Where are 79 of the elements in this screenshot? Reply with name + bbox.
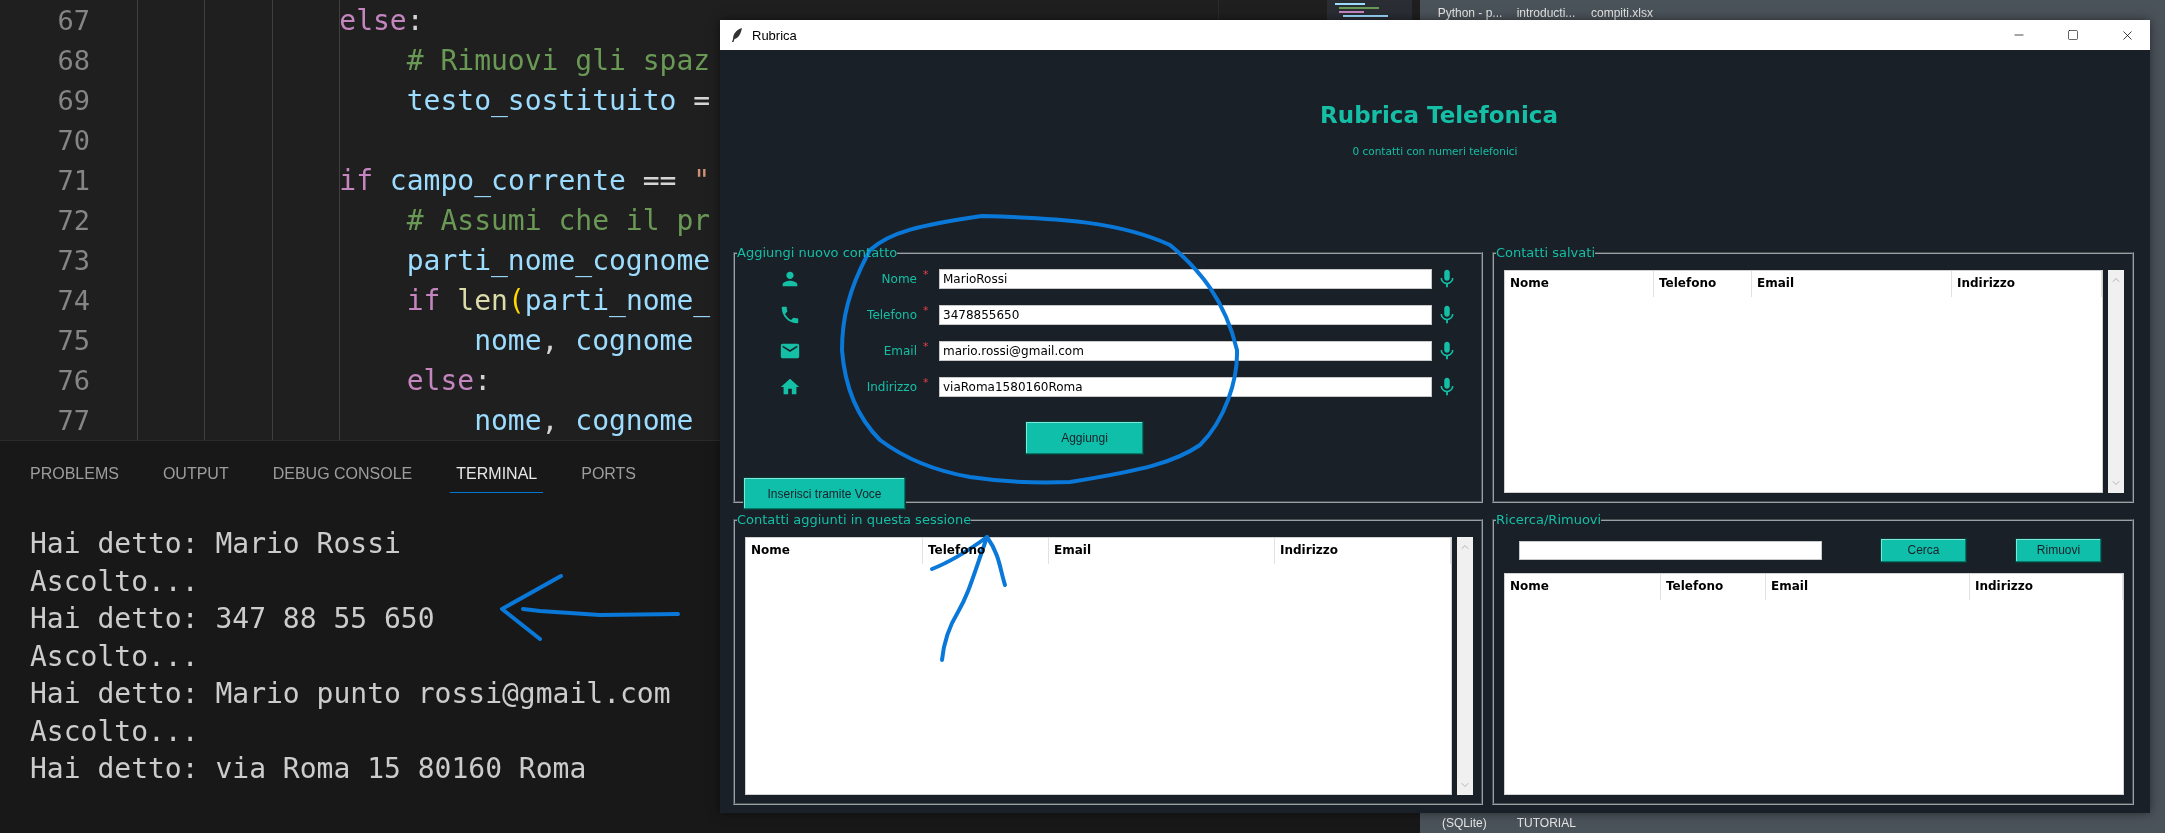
required-mark: * xyxy=(922,376,930,389)
panel-tab[interactable]: DEBUG CONSOLE xyxy=(266,459,419,493)
input-field[interactable]: mario.rossi@gmail.com xyxy=(939,341,1432,361)
column-header[interactable]: Indirizzo xyxy=(1952,271,2102,297)
feather-icon xyxy=(730,27,744,43)
add-button[interactable]: Aggiungi xyxy=(1025,421,1144,455)
required-mark: * xyxy=(922,340,930,353)
line-number: 73 xyxy=(56,244,90,276)
column-header[interactable]: Email xyxy=(1752,271,1952,297)
code-line: if campo_corrente == " xyxy=(338,163,711,197)
field-label: Indirizzo xyxy=(865,380,917,394)
line-number: 76 xyxy=(56,364,90,396)
input-field[interactable]: viaRoma1580160Roma xyxy=(939,377,1432,397)
field-label: Email xyxy=(882,344,917,358)
phone-icon xyxy=(779,304,801,326)
panel-tab[interactable]: PORTS xyxy=(575,459,643,493)
terminal-line: Ascolto... xyxy=(30,563,199,600)
terminal-line: Hai detto: Mario punto rossi@gmail.com xyxy=(30,676,671,712)
field-label: Telefono xyxy=(866,308,917,322)
line-number: 71 xyxy=(56,164,90,196)
maximize-icon xyxy=(2067,29,2079,41)
search-field[interactable] xyxy=(1519,540,1822,560)
terminal-line: Ascolto... xyxy=(30,713,199,750)
column-header[interactable]: Indirizzo xyxy=(1970,574,2123,600)
input-field[interactable]: 3478855650 xyxy=(939,305,1432,325)
terminal-line: Hai detto: Mario Rossi xyxy=(30,526,401,562)
code-line: else: xyxy=(338,3,424,37)
window-title: Rubrica xyxy=(752,27,798,43)
column-header[interactable]: Nome xyxy=(1505,574,1661,600)
terminal-line: Hai detto: 347 88 55 650 xyxy=(30,601,435,637)
contacts-table[interactable]: Nome Telefono Email Indirizzo xyxy=(1504,573,2124,795)
scrollbar[interactable] xyxy=(1457,537,1473,795)
file-name[interactable]: introducti... xyxy=(1510,6,1582,20)
code-line: nome, cognome xyxy=(473,403,694,437)
app-heading: Rubrica Telefonica xyxy=(1320,102,1558,128)
line-number: 75 xyxy=(56,324,90,356)
panel-title: Contatti salvati xyxy=(1496,245,1595,260)
terminal-line: Hai detto: via Roma 15 80160 Roma xyxy=(30,751,587,787)
file-name[interactable]: TUTORIAL xyxy=(1516,816,1576,830)
line-number: 72 xyxy=(56,204,90,236)
column-header[interactable]: Indirizzo xyxy=(1275,538,1451,564)
scrollbar[interactable] xyxy=(2108,270,2124,493)
file-name[interactable]: (SQLite) xyxy=(1442,816,1487,830)
contacts-table[interactable]: Nome Telefono Email Indirizzo xyxy=(1504,270,2103,493)
input-field[interactable]: MarioRossi xyxy=(939,269,1432,289)
remove-button[interactable]: Rimuovi xyxy=(2015,537,2102,563)
panel-title: Contatti aggiunti in questa sessione xyxy=(737,512,972,527)
file-name[interactable]: compiti.xlsx xyxy=(1586,6,1658,20)
column-header[interactable]: Telefono xyxy=(1661,574,1766,600)
column-header[interactable]: Telefono xyxy=(1654,271,1752,297)
code-line: # Assumi che il pr xyxy=(405,203,711,237)
code-line: parti_nome_cognome xyxy=(405,243,711,277)
column-header[interactable]: Nome xyxy=(746,538,923,564)
line-number: 68 xyxy=(56,44,90,76)
line-number: 69 xyxy=(56,84,90,116)
line-number: 77 xyxy=(56,404,90,436)
terminal-line: Ascolto... xyxy=(30,638,199,675)
panel-tab[interactable]: TERMINAL xyxy=(450,459,544,493)
panel-tab[interactable]: OUTPUT xyxy=(156,459,235,493)
required-mark: * xyxy=(922,268,930,281)
panel-tab[interactable]: PROBLEMS xyxy=(24,459,125,493)
line-number: 67 xyxy=(56,4,90,36)
contacts-count: 0 contatti con numeri telefonici xyxy=(1352,145,1518,157)
file-name[interactable]: Python - p... xyxy=(1434,6,1506,20)
panel-title: Ricerca/Rimuovi xyxy=(1496,512,1602,527)
voice-input-button[interactable]: Inserisci tramite Voce xyxy=(743,477,906,510)
column-header[interactable]: Email xyxy=(1049,538,1275,564)
code-line: nome, cognome xyxy=(473,323,694,357)
search-button[interactable]: Cerca xyxy=(1880,537,1967,563)
code-line: # Rimuovi gli spaz xyxy=(405,43,711,77)
line-number: 70 xyxy=(56,124,90,156)
column-header[interactable]: Email xyxy=(1766,574,1970,600)
line-number: 74 xyxy=(56,284,90,316)
required-mark: * xyxy=(922,304,930,317)
field-label: Nome xyxy=(880,272,917,286)
code-line: else: xyxy=(405,363,491,397)
code-line: testo_sostituito = xyxy=(405,83,711,117)
column-header[interactable]: Nome xyxy=(1505,271,1654,297)
code-line: if len(parti_nome_ xyxy=(405,283,711,317)
